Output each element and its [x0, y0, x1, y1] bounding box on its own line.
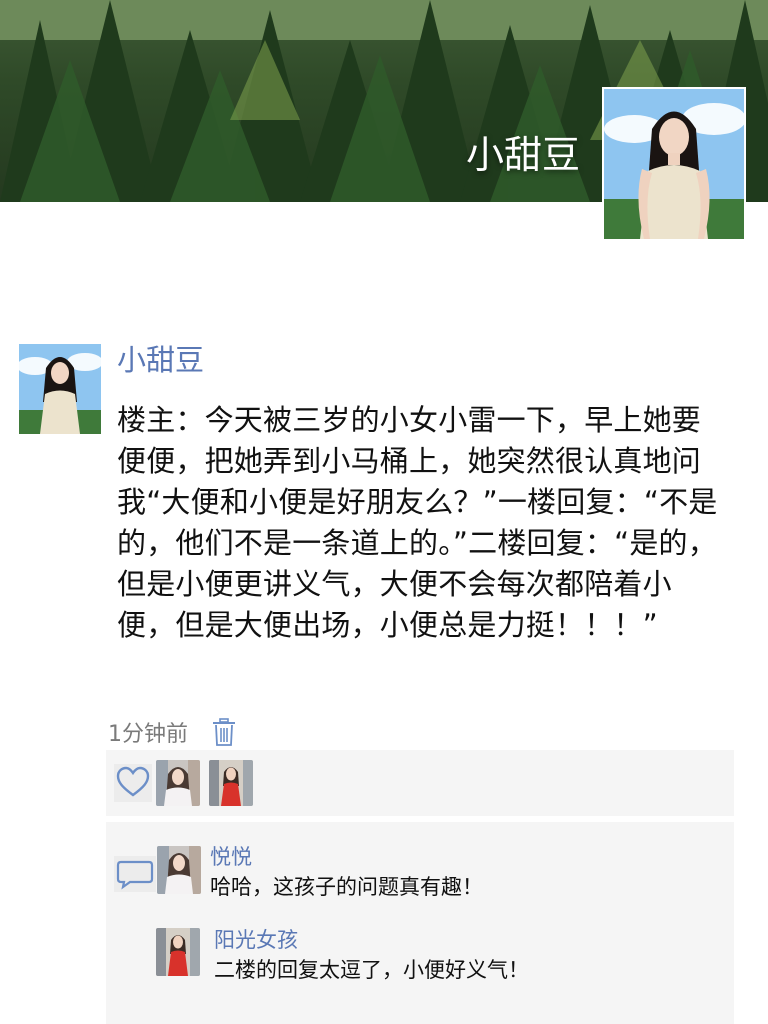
post-content: 楼主：今天被三岁的小女小雷一下，早上她要便便，把她弄到小马桶上，她突然很认真地问… [117, 403, 718, 642]
like-avatar-2[interactable] [209, 760, 253, 806]
portrait-image [19, 344, 101, 434]
comment-avatar[interactable] [157, 846, 201, 894]
post-meta: 1分钟前 [108, 714, 236, 750]
comment-bubble-icon[interactable] [114, 856, 156, 892]
profile-avatar[interactable] [602, 87, 746, 241]
comment-text: 哈哈，这孩子的问题真有趣！ [210, 875, 483, 899]
post-author-avatar[interactable] [19, 344, 101, 434]
comment-avatar[interactable] [156, 928, 200, 976]
like-avatar-1[interactable] [156, 760, 200, 806]
heart-icon[interactable] [114, 764, 152, 802]
comments-panel: 悦悦 哈哈，这孩子的问题真有趣！ 阳光女孩 二楼的回复太逗了，小便好义气！ [106, 822, 734, 1024]
post-author-name[interactable]: 小甜豆 [117, 340, 204, 380]
comment-author[interactable]: 阳光女孩 [214, 926, 298, 954]
comment-text: 二楼的回复太逗了，小便好义气！ [214, 958, 529, 982]
trash-icon[interactable] [212, 718, 236, 746]
comment-author[interactable]: 悦悦 [210, 843, 252, 871]
portrait-image [604, 89, 744, 239]
likes-panel [106, 750, 734, 816]
post-time: 1分钟前 [108, 722, 188, 747]
profile-name[interactable]: 小甜豆 [466, 133, 580, 177]
